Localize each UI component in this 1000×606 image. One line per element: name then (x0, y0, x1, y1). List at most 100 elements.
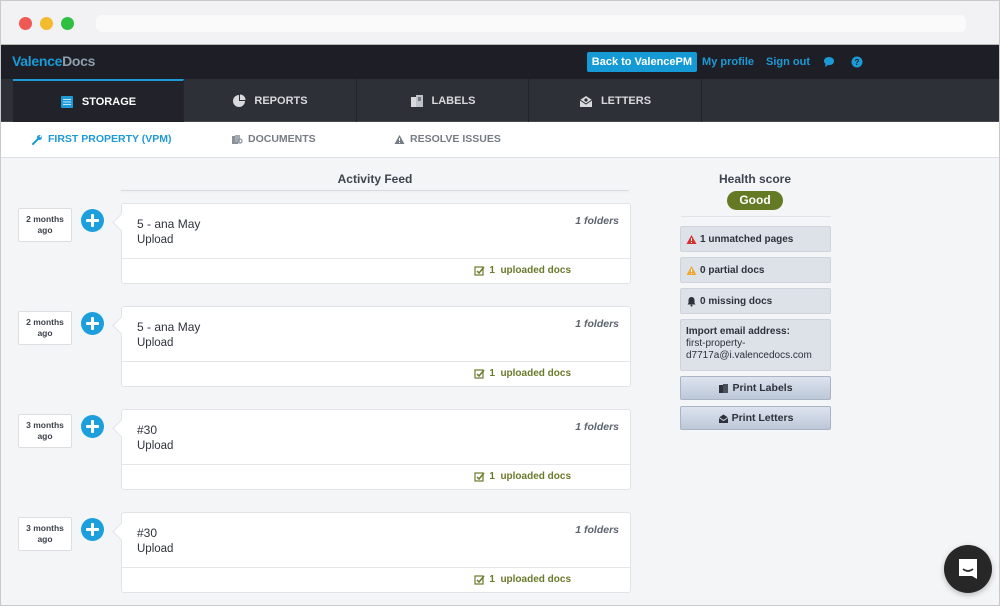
storage-icon (60, 95, 73, 108)
docs-count: 1 (489, 471, 495, 482)
maximize-window-button[interactable] (61, 17, 74, 30)
subtab-documents[interactable]: DOCUMENTS (231, 133, 316, 145)
docs-count: 1 (489, 574, 495, 585)
subtab-resolve-issues[interactable]: RESOLVE ISSUES (394, 133, 501, 145)
partial-docs-stat[interactable]: 0 partial docs (680, 257, 831, 283)
feed-item: 2 months ago 5 - ana May Upload 1 folders… (1, 203, 641, 285)
question-circle-icon[interactable]: ? (851, 56, 863, 68)
card-divider (122, 567, 630, 568)
documents-icon (232, 134, 243, 144)
plus-circle-icon[interactable] (81, 415, 104, 438)
unmatched-pages-stat[interactable]: 1 unmatched pages (680, 226, 831, 252)
plus-circle-icon[interactable] (81, 312, 104, 335)
docs-count: 1 (489, 265, 495, 276)
feed-item-folders: 1 folders (575, 215, 619, 227)
docs-label: uploaded docs (500, 471, 571, 482)
my-profile-link[interactable]: My profile (702, 56, 754, 68)
docs-label: uploaded docs (500, 368, 571, 379)
feed-item-title: #30 (137, 423, 158, 437)
time-line-2: ago (37, 328, 53, 338)
feed-item-docs[interactable]: 1 uploaded docs (474, 265, 571, 276)
import-email-line-2[interactable]: d7717a@i.valencedocs.com (686, 350, 830, 362)
logo-part-2: Docs (62, 53, 96, 69)
tab-letters-label: LETTERS (600, 94, 652, 107)
time-line-2: ago (37, 225, 53, 235)
svg-text:?: ? (855, 58, 860, 67)
speech-bubble-icon[interactable] (823, 56, 835, 68)
wrench-icon (32, 134, 42, 145)
feed-item-card[interactable]: #30 Upload 1 folders 1 uploaded docs (121, 409, 631, 490)
warning-icon (394, 134, 405, 144)
checkbox-checked-icon (474, 575, 485, 585)
feed-item-time: 3 months ago (18, 517, 72, 551)
feed-item-action: Upload (137, 543, 174, 555)
tab-letters[interactable]: LETTERS (529, 79, 702, 122)
chat-launcher-button[interactable] (944, 545, 992, 593)
feed-item-card[interactable]: #30 Upload 1 folders 1 uploaded docs (121, 512, 631, 593)
activity-feed-title: Activity Feed (337, 172, 413, 186)
back-to-valencepm-button[interactable]: Back to ValencePM (586, 52, 698, 72)
tab-reports-label: REPORTS (254, 94, 308, 107)
docs-label: uploaded docs (500, 265, 571, 276)
time-line-1: 3 months (26, 523, 64, 533)
unmatched-pages-text: 1 unmatched pages (700, 233, 794, 245)
card-divider (122, 258, 630, 259)
browser-window: ValenceDocs Back to ValencePM My profile… (0, 0, 1000, 606)
import-email-line-1[interactable]: first-property- (686, 338, 830, 350)
close-window-button[interactable] (19, 17, 32, 30)
feed-item-docs[interactable]: 1 uploaded docs (474, 471, 571, 482)
feed-item-action: Upload (137, 440, 174, 452)
health-score-title: Health score (718, 172, 792, 186)
docs-label: uploaded docs (500, 574, 571, 585)
tab-labels[interactable]: LABELS (357, 79, 529, 122)
header-links: Back to ValencePM My profile Sign out ? (586, 52, 873, 72)
print-labels-button[interactable]: Print Labels (680, 376, 831, 400)
tab-labels-label: LABELS (431, 94, 476, 107)
card-divider (122, 361, 630, 362)
sub-navigation: FIRST PROPERTY (VPM) DOCUMENTS RESOLVE I… (1, 122, 999, 158)
feed-item-card[interactable]: 5 - ana May Upload 1 folders 1 uploaded … (121, 203, 631, 284)
sign-out-link[interactable]: Sign out (766, 56, 810, 68)
missing-docs-stat[interactable]: 0 missing docs (680, 288, 831, 314)
feed-item-time: 2 months ago (18, 311, 72, 345)
feed-item-folders: 1 folders (575, 421, 619, 433)
labels-icon (410, 94, 423, 107)
tab-storage-label: STORAGE (81, 95, 137, 108)
subtab-resolve-issues-label: RESOLVE ISSUES (410, 133, 501, 145)
import-email-label: Import email address: (686, 326, 790, 337)
valencedocs-logo[interactable]: ValenceDocs (12, 53, 95, 69)
tab-reports[interactable]: REPORTS (184, 79, 357, 122)
address-bar[interactable] (96, 15, 966, 32)
feed-item-card[interactable]: 5 - ana May Upload 1 folders 1 uploaded … (121, 306, 631, 387)
feed-item-time: 2 months ago (18, 208, 72, 242)
app-header: ValenceDocs Back to ValencePM My profile… (1, 45, 999, 79)
browser-titlebar (1, 1, 999, 45)
time-line-1: 2 months (26, 214, 64, 224)
minimize-window-button[interactable] (40, 17, 53, 30)
missing-docs-text: 0 missing docs (700, 295, 773, 307)
subtab-documents-label: DOCUMENTS (248, 133, 316, 145)
danger-triangle-icon (686, 234, 697, 244)
warning-triangle-icon (686, 265, 697, 275)
time-line-2: ago (37, 431, 53, 441)
plus-circle-icon[interactable] (81, 518, 104, 541)
tab-storage[interactable]: STORAGE (13, 79, 184, 122)
partial-docs-text: 0 partial docs (700, 264, 765, 276)
subtab-first-property[interactable]: FIRST PROPERTY (VPM) (32, 133, 171, 145)
feed-item-title: #30 (137, 526, 158, 540)
checkbox-checked-icon (474, 266, 485, 276)
feed-item: 2 months ago 5 - ana May Upload 1 folders… (1, 306, 641, 388)
feed-item-docs[interactable]: 1 uploaded docs (474, 574, 571, 585)
time-line-1: 3 months (26, 420, 64, 430)
plus-circle-icon[interactable] (81, 209, 104, 232)
feed-item-title: 5 - ana May (137, 320, 201, 334)
pie-chart-icon (233, 94, 246, 107)
checkbox-checked-icon (474, 472, 485, 482)
checkbox-checked-icon (474, 369, 485, 379)
feed-item-docs[interactable]: 1 uploaded docs (474, 368, 571, 379)
logo-part-1: Valence (12, 53, 63, 69)
main-navigation: STORAGE REPORTS LABELS LETTERS (1, 79, 999, 122)
feed-item-action: Upload (137, 234, 174, 246)
bell-icon (687, 296, 696, 307)
print-letters-button[interactable]: Print Letters (680, 406, 831, 430)
